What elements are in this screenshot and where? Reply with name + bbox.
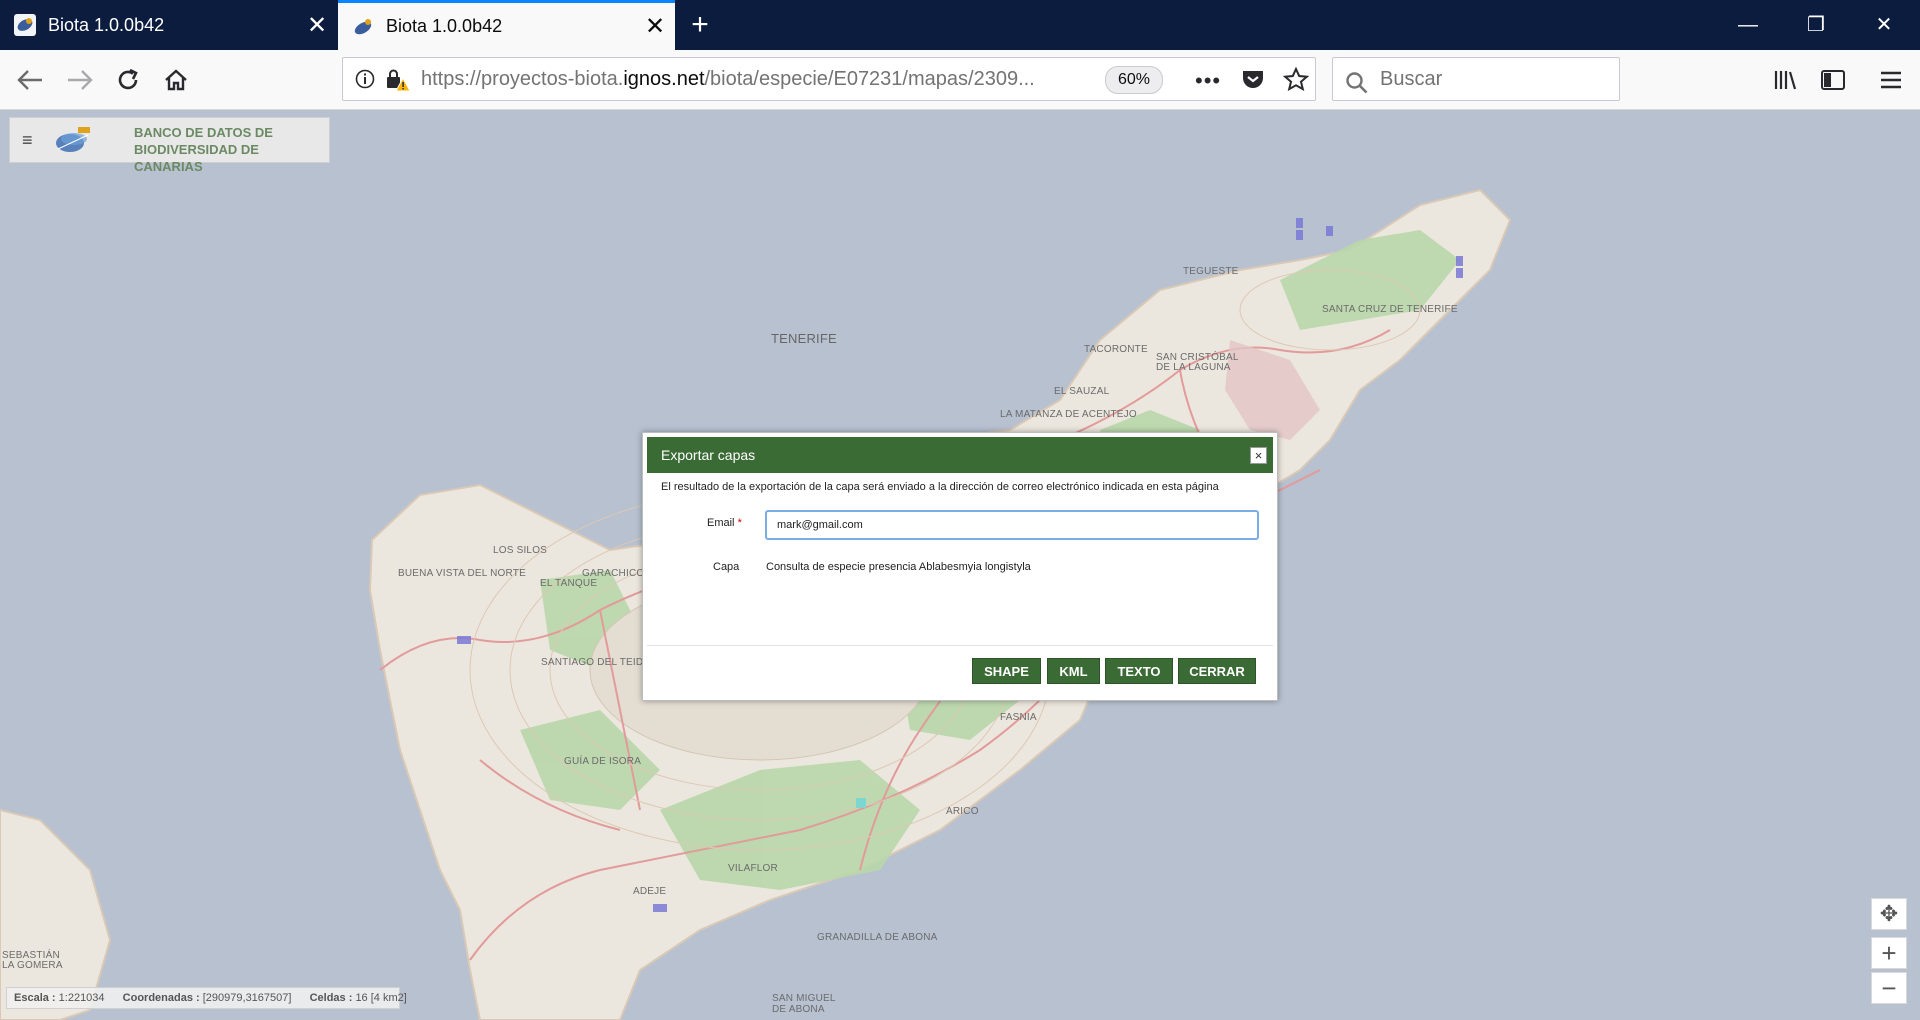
tab-biota-2-active[interactable]: Biota 1.0.0b42 ✕ (338, 0, 675, 50)
map-label-san-sebastian-2: LA GOMERA (2, 960, 63, 971)
map-label-santa-cruz: SANTA CRUZ DE TENERIFE (1322, 304, 1458, 315)
tab-title: Biota 1.0.0b42 (48, 14, 165, 35)
coordinates-label: Coordenadas : (122, 992, 200, 1004)
dialog-divider (647, 645, 1273, 646)
email-label-text: Email (707, 517, 735, 529)
back-icon[interactable] (12, 62, 48, 98)
email-label: Email * (707, 517, 742, 529)
map-label-san-miguel-1: SAN MIGUEL (772, 993, 836, 1004)
biota-favicon-icon (352, 16, 374, 38)
search-bar[interactable]: Buscar (1332, 57, 1620, 101)
url-bar[interactable]: https://proyectos-biota.ignos.net/biota/… (342, 57, 1316, 101)
map-label-los-silos: LOS SILOS (493, 545, 548, 556)
search-icon (1345, 68, 1369, 110)
library-icon[interactable] (1768, 62, 1804, 98)
dialog-message: El resultado de la exportación de la cap… (661, 481, 1219, 493)
home-icon[interactable] (158, 62, 194, 98)
bookmark-star-icon[interactable] (1282, 66, 1310, 96)
dialog-title: Exportar capas (661, 447, 756, 463)
email-field[interactable] (765, 510, 1259, 540)
layer-value: Consulta de especie presencia Ablabesmyi… (766, 561, 1031, 573)
map-label-arico: ARICO (946, 806, 979, 817)
coordinates-value: [290979,3167507] (202, 992, 292, 1004)
biota-favicon-icon (14, 14, 36, 36)
tab-strip: Biota 1.0.0b42 ✕ Biota 1.0.0b42 ✕ + — ❐ … (0, 0, 1920, 50)
zoom-out-button[interactable]: − (1871, 972, 1907, 1004)
url-prefix: https://proyectos-biota. (421, 68, 624, 90)
insecure-lock-icon[interactable] (385, 68, 411, 97)
sidebar-icon[interactable] (1815, 62, 1851, 98)
cells-label: Celdas : (309, 992, 353, 1004)
tab-close-icon[interactable]: ✕ (297, 11, 337, 40)
dialog-close-icon[interactable]: × (1250, 447, 1267, 464)
search-placeholder: Buscar (1380, 68, 1443, 90)
window-close-icon[interactable]: ✕ (1850, 0, 1918, 50)
biota-logo-icon (52, 125, 94, 157)
map-label-tacoronte: TACORONTE (1084, 344, 1148, 355)
layer-label: Capa (713, 561, 740, 573)
map-label-fasnia: FASNIA (1000, 712, 1037, 723)
texto-button[interactable]: TEXTO (1105, 658, 1173, 684)
tab-biota-1[interactable]: Biota 1.0.0b42 ✕ (0, 0, 337, 50)
brand-title: BANCO DE DATOS DE BIODIVERSIDAD DE CANAR… (134, 124, 329, 175)
navigation-toolbar: https://proyectos-biota.ignos.net/biota/… (0, 50, 1920, 110)
app-menu-icon[interactable]: ≡ (22, 131, 33, 149)
map-label-el-tanque: EL TANQUE (540, 578, 598, 589)
zoom-indicator[interactable]: 60% (1105, 66, 1163, 94)
reload-icon[interactable] (110, 62, 146, 98)
url-text[interactable]: https://proyectos-biota.ignos.net/biota/… (421, 58, 1061, 100)
export-layers-dialog: Exportar capas × El resultado de la expo… (642, 432, 1278, 701)
pan-move-icon[interactable]: ✥ (1871, 898, 1907, 930)
hamburger-menu-icon[interactable] (1873, 62, 1909, 98)
url-path: /biota/especie/E07231/mapas/2309... (704, 68, 1035, 90)
dialog-header[interactable]: Exportar capas × (647, 437, 1273, 473)
map-label-buenavista: BUENA VISTA DEL NORTE (398, 568, 526, 579)
map-label-tenerife: TENERIFE (771, 331, 837, 346)
brand-panel: ≡ BANCO DE DATOS DE BIODIVERSIDAD DE CAN… (9, 117, 330, 174)
brand-line-1: BANCO DE DATOS DE (134, 125, 273, 140)
tab-title: Biota 1.0.0b42 (386, 16, 503, 36)
water-reservoir (856, 798, 866, 808)
map-label-la-matanza: LA MATANZA DE ACENTEJO (1000, 409, 1137, 420)
new-tab-plus-icon[interactable]: + (680, 6, 720, 44)
tab-close-icon[interactable]: ✕ (635, 12, 675, 41)
info-icon[interactable] (355, 69, 375, 94)
pocket-icon[interactable] (1241, 68, 1265, 95)
restore-icon[interactable]: ❐ (1782, 0, 1850, 50)
url-domain: ignos.net (623, 68, 705, 90)
map-label-guia: GUÍA DE ISORA (564, 756, 642, 767)
map-label-el-sauzal: EL SAUZAL (1054, 386, 1110, 397)
cerrar-button[interactable]: CERRAR (1178, 658, 1256, 684)
map-label-vilaflor: VILAFLOR (728, 863, 778, 874)
scale-value: 1:221034 (58, 992, 105, 1004)
cells-value: 16 [4 km2] (355, 992, 407, 1004)
map-label-granadilla: GRANADILLA DE ABONA (817, 932, 938, 943)
required-mark: * (737, 517, 742, 529)
kml-button[interactable]: KML (1047, 658, 1100, 684)
map-label-tegueste: TEGUESTE (1183, 266, 1239, 277)
scale-label: Escala : (14, 992, 56, 1004)
minimize-icon[interactable]: — (1714, 0, 1782, 50)
map-label-san-miguel-2: DE ABONA (772, 1004, 825, 1015)
map-label-adeje: ADEJE (633, 886, 667, 897)
map-label-san-cristobal-2: DE LA LAGUNA (1156, 362, 1231, 373)
brand-line-2: BIODIVERSIDAD DE CANARIAS (134, 142, 259, 174)
zoom-in-button[interactable]: + (1871, 937, 1907, 969)
shape-button[interactable]: SHAPE (972, 658, 1041, 684)
map-label-santiago: SANTIAGO DEL TEIDE (541, 657, 651, 668)
forward-icon[interactable] (62, 62, 98, 98)
map-status-bar: Escala : 1:221034 Coordenadas : [290979,… (6, 987, 407, 1009)
page-actions-icon[interactable]: ••• (1195, 68, 1221, 94)
